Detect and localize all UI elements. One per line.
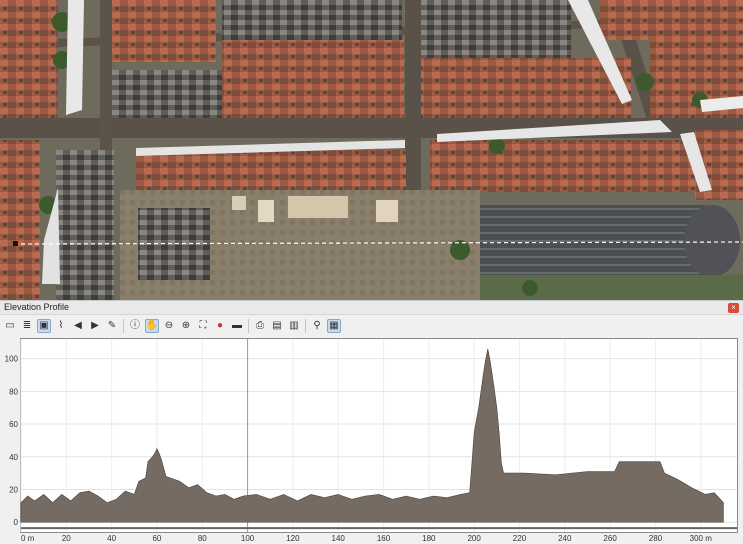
measure-icon: ▬ xyxy=(232,319,242,331)
zoom-full-icon: ⛶ xyxy=(199,319,207,331)
capture-from-feature-icon: ▣ xyxy=(39,319,49,331)
snap-curve-icon: ⌇ xyxy=(58,319,64,331)
elevation-profile-dock: Elevation Profile × ▭ ≣ ▣ ⌇ ◀ ▶ ✎ ⓘ ✋ ⊖ ⊕ ⛶ ● ▬ ⎙ ▤ ▥ ⚲ ▦ xyxy=(0,300,743,544)
tolerance-icon: ⚲ xyxy=(313,319,321,331)
render-button[interactable]: ● xyxy=(213,319,227,333)
export-3d-icon: ▤ xyxy=(272,319,282,331)
clear-button[interactable]: ✎ xyxy=(105,319,119,333)
zoom-x-button[interactable]: ⊖ xyxy=(162,319,176,333)
capture-curve-icon: ▭ xyxy=(5,319,15,331)
export-pdf-button[interactable]: ▥ xyxy=(287,319,301,333)
nudge-right-icon: ▶ xyxy=(91,319,99,331)
toolbar-separator xyxy=(248,318,249,333)
snap-curve-button[interactable]: ⌇ xyxy=(54,319,68,333)
layer-tree-button[interactable]: ≣ xyxy=(20,319,34,333)
export-pdf-icon: ▥ xyxy=(289,319,299,331)
nudge-left-button[interactable]: ◀ xyxy=(71,319,85,333)
identify-button[interactable]: ⓘ xyxy=(128,319,142,333)
pan-button[interactable]: ✋ xyxy=(145,318,159,333)
settings-button[interactable]: ▦ xyxy=(327,318,341,333)
clear-icon: ✎ xyxy=(107,319,117,331)
toolbar-separator xyxy=(123,318,124,333)
zoom-icon: ⊕ xyxy=(181,319,191,331)
capture-curve-button[interactable]: ▭ xyxy=(3,319,17,333)
identify-icon: ⓘ xyxy=(130,319,140,331)
zoom-x-icon: ⊖ xyxy=(164,319,174,331)
plot-frame[interactable] xyxy=(20,338,738,533)
close-icon[interactable]: × xyxy=(728,303,739,313)
capture-from-feature-button[interactable]: ▣ xyxy=(37,318,51,333)
map-canvas[interactable] xyxy=(0,0,743,300)
export-3d-button[interactable]: ▤ xyxy=(270,319,284,333)
toolbar-separator xyxy=(305,318,306,333)
dock-title: Elevation Profile xyxy=(4,302,70,312)
settings-icon: ▦ xyxy=(329,319,339,331)
tolerance-button[interactable]: ⚲ xyxy=(310,319,324,333)
profile-toolbar: ▭ ≣ ▣ ⌇ ◀ ▶ ✎ ⓘ ✋ ⊖ ⊕ ⛶ ● ▬ ⎙ ▤ ▥ ⚲ ▦ xyxy=(0,316,743,335)
export-image-icon: ⎙ xyxy=(256,319,264,331)
zoom-full-button[interactable]: ⛶ xyxy=(196,319,210,333)
layer-tree-icon: ≣ xyxy=(22,319,32,331)
measure-button[interactable]: ▬ xyxy=(230,319,244,333)
nudge-left-icon: ◀ xyxy=(74,319,82,331)
dock-titlebar[interactable]: Elevation Profile × xyxy=(0,300,743,315)
zoom-button[interactable]: ⊕ xyxy=(179,319,193,333)
export-image-button[interactable]: ⎙ xyxy=(253,319,267,333)
render-icon: ● xyxy=(216,319,224,331)
pan-icon: ✋ xyxy=(145,319,159,331)
aerial-map xyxy=(0,0,743,300)
nudge-right-button[interactable]: ▶ xyxy=(88,319,102,333)
